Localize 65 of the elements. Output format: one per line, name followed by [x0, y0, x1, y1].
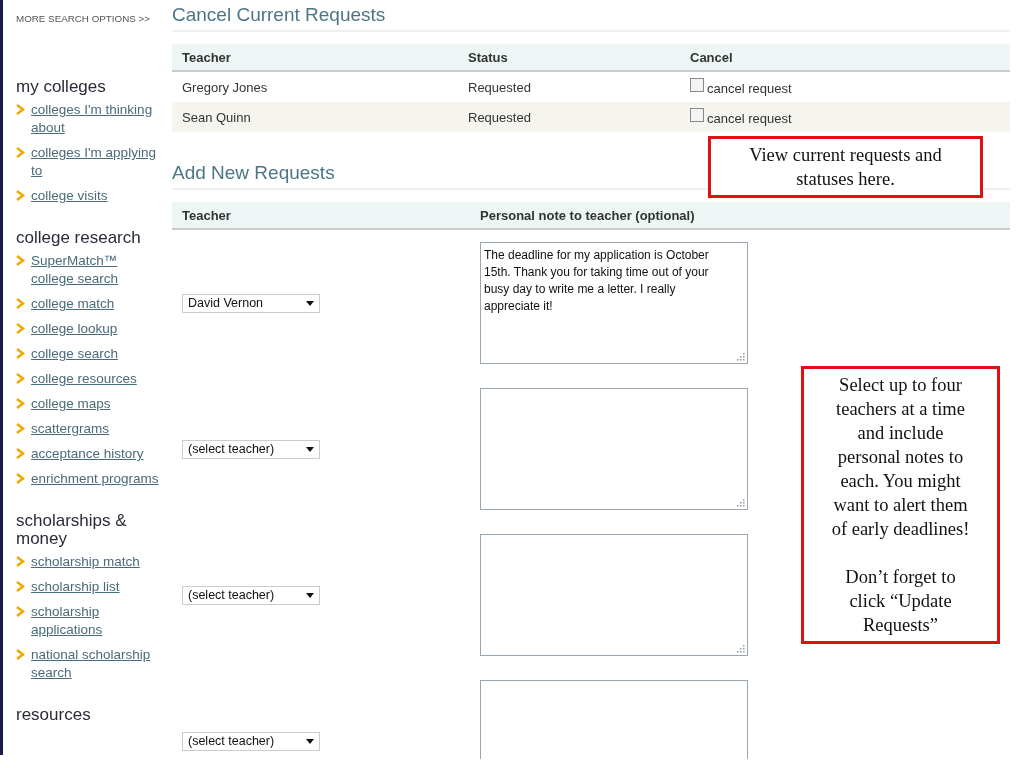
- note-field[interactable]: [480, 388, 748, 510]
- teacher-select[interactable]: (select teacher): [182, 439, 320, 459]
- callout-note: Select up to four teachers at a time and include personal notes to each. You might want to alert them of early deadlines! Don’t forget to click “Update Requests”: [801, 366, 1000, 644]
- chevron-icon: [16, 606, 25, 617]
- chevron-icon: [16, 104, 25, 115]
- sidebar-link[interactable]: enrichment programs: [31, 470, 159, 488]
- chevron-icon: [16, 190, 25, 201]
- cancel-request-checkbox[interactable]: cancel request: [690, 108, 1010, 126]
- sidebar-link[interactable]: college lookup: [31, 320, 118, 338]
- sidebar-link[interactable]: scholarship applications: [31, 603, 160, 639]
- resize-grip-icon: [735, 497, 745, 507]
- chevron-icon: [16, 348, 25, 359]
- sidebar-section-title: my colleges: [16, 78, 107, 96]
- column-header: Personal note to teacher (optional): [480, 207, 696, 223]
- status-cell-text: Requested: [468, 109, 532, 125]
- sidebar-link[interactable]: colleges I'm thinking about: [31, 101, 160, 137]
- sidebar-link[interactable]: college search: [31, 345, 119, 363]
- sidebar-link[interactable]: scholarship match: [31, 553, 140, 571]
- sidebar-link[interactable]: colleges I'm applying to: [31, 144, 160, 180]
- chevron-icon: [16, 373, 25, 384]
- chevron-icon: [16, 423, 25, 434]
- chevron-icon: [16, 473, 25, 484]
- sidebar-link[interactable]: scattergrams: [31, 420, 110, 438]
- teacher-select[interactable]: (select teacher): [182, 731, 320, 751]
- column-header: Teacher: [182, 207, 232, 223]
- status-cell-text: Requested: [468, 79, 532, 95]
- sidebar-link[interactable]: acceptance history: [31, 445, 144, 463]
- cancel-request-checkbox[interactable]: cancel request: [690, 78, 1010, 96]
- sidebar-link[interactable]: national scholarship search: [31, 646, 160, 682]
- chevron-icon: [16, 323, 25, 334]
- dropdown-caret-icon: [306, 446, 314, 452]
- teacher-cell-text: Sean Quinn: [182, 109, 252, 125]
- callout-note: View current requests and statuses here.: [708, 136, 983, 198]
- sidebar-link[interactable]: college visits: [31, 187, 108, 205]
- sidebar-section-title: resources: [16, 706, 92, 724]
- resize-grip-icon: [735, 643, 745, 653]
- column-header: Status: [468, 49, 509, 65]
- sidebar-link[interactable]: scholarship list: [31, 578, 120, 596]
- chevron-icon: [16, 298, 25, 309]
- more-search-options-link[interactable]: MORE SEARCH OPTIONS >>: [16, 13, 150, 24]
- sidebar-section-title: scholarships & money: [16, 512, 128, 548]
- chevron-icon: [16, 556, 25, 567]
- note-field[interactable]: The deadline for my application is October 15th. Thank you for taking time out of your busy day to write me a letter. I really appreciate it!: [480, 242, 748, 364]
- sidebar-link[interactable]: SuperMatch™ college search: [31, 252, 160, 288]
- chevron-icon: [16, 448, 25, 459]
- teacher-select[interactable]: David Vernon: [182, 293, 320, 313]
- note-field[interactable]: [480, 534, 748, 656]
- dropdown-caret-icon: [306, 300, 314, 306]
- column-header: Teacher: [182, 49, 232, 65]
- chevron-icon: [16, 255, 25, 266]
- sidebar-link[interactable]: college maps: [31, 395, 111, 413]
- sidebar-section-title: college research: [16, 229, 142, 247]
- column-header: Cancel: [690, 49, 734, 65]
- resize-grip-icon: [735, 351, 745, 361]
- dropdown-caret-icon: [306, 738, 314, 744]
- teacher-cell-text: Gregory Jones: [182, 79, 269, 95]
- chevron-icon: [16, 398, 25, 409]
- teacher-select[interactable]: (select teacher): [182, 585, 320, 605]
- chevron-icon: [16, 649, 25, 660]
- chevron-icon: [16, 147, 25, 158]
- chevron-icon: [16, 581, 25, 592]
- sidebar-link[interactable]: college match: [31, 295, 115, 313]
- dropdown-caret-icon: [306, 592, 314, 598]
- section-title: Cancel Current Requests: [172, 4, 1010, 32]
- sidebar-link[interactable]: college resources: [31, 370, 137, 388]
